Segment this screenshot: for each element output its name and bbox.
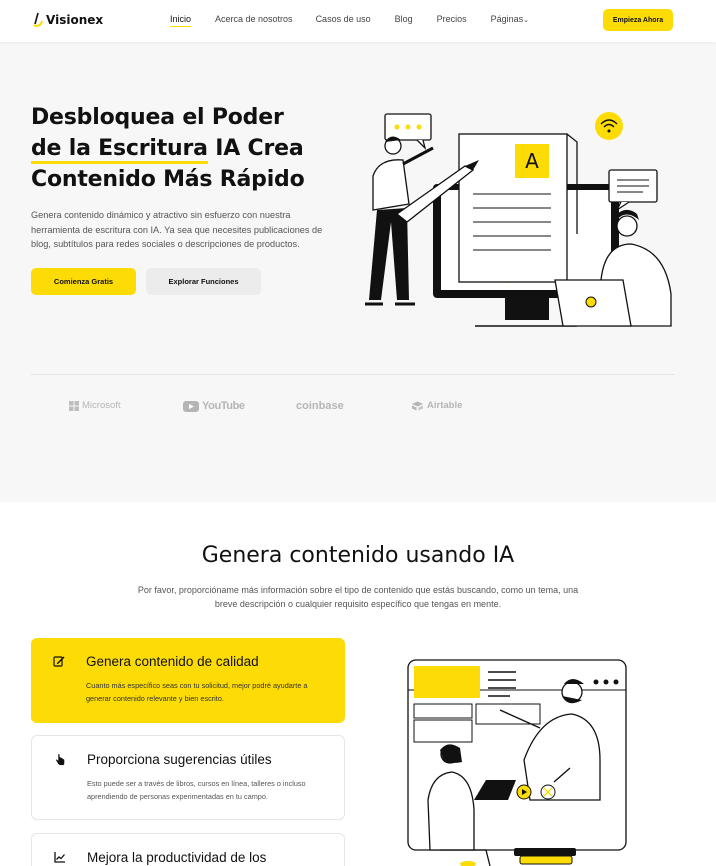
- explore-features-button[interactable]: Explorar Funciones: [146, 268, 261, 295]
- hero-title-line-2-rest: IA Crea: [207, 136, 304, 161]
- brand-youtube: YouTube: [183, 400, 245, 412]
- chevron-down-icon: ⌄: [523, 17, 530, 24]
- brand-youtube-label: YouTube: [202, 400, 245, 412]
- feature-card-text: Cuanto más específico seas con tu solici…: [86, 681, 308, 703]
- logo-icon: [33, 12, 43, 27]
- nav-link-use-cases[interactable]: Casos de uso: [316, 14, 371, 27]
- hero-divider: [31, 374, 675, 375]
- brand-logo[interactable]: Visionex: [32, 12, 103, 28]
- feature-card-title: Genera contenido de calidad: [86, 654, 259, 669]
- features-description: Por favor, proporcióname más información…: [137, 585, 579, 609]
- wifi-icon: [595, 112, 623, 140]
- brand-name: Visionex: [46, 13, 104, 27]
- feature-card-text: Esto puede ser a través de libros, curso…: [87, 779, 306, 801]
- feature-card-title: Proporciona sugerencias útiles: [87, 752, 272, 767]
- pointer-hand-icon: [56, 754, 65, 766]
- features-title: Genera contenido usando IA: [201, 543, 515, 568]
- start-free-button[interactable]: Comienza Gratis: [31, 268, 136, 295]
- feature-card-productivity[interactable]: Mejora la productividad de los: [31, 833, 345, 866]
- youtube-icon: [183, 400, 199, 412]
- hero-title-line-1: Desbloquea el Poder: [31, 105, 284, 130]
- nav-link-pages[interactable]: Páginas⌄: [491, 14, 529, 27]
- nav-links: Inicio Acerca de nosotros Casos de uso B…: [170, 14, 529, 27]
- feature-card-suggestions[interactable]: Proporciona sugerencias útiles Esto pued…: [31, 735, 345, 820]
- trend-chart-icon: [54, 852, 65, 863]
- hero-section: Desbloquea el Poder de la Escritura IA C…: [0, 42, 716, 502]
- airtable-icon: [412, 401, 423, 410]
- edit-icon: [53, 656, 65, 667]
- hero-description: Genera contenido dinámico y atractivo si…: [31, 210, 323, 249]
- brand-airtable: Airtable: [411, 400, 462, 411]
- brand-airtable-label: Airtable: [427, 400, 463, 411]
- top-nav: Visionex Inicio Acerca de nosotros Casos…: [0, 0, 716, 42]
- nav-link-inicio[interactable]: Inicio: [170, 14, 192, 27]
- brand-logos: Microsoft YouTube coinbase Airtable: [31, 400, 675, 420]
- hero-title-line-2: de la Escritura IA Crea: [31, 133, 351, 164]
- nav-link-pricing[interactable]: Precios: [437, 14, 467, 27]
- nav-link-blog[interactable]: Blog: [395, 14, 413, 27]
- hero-illustration: A: [365, 112, 672, 327]
- brand-microsoft-label: Microsoft: [82, 400, 121, 411]
- nav-link-about[interactable]: Acerca de nosotros: [215, 14, 293, 27]
- doc-letter: A: [525, 149, 539, 173]
- brand-coinbase-label: coinbase: [296, 400, 344, 412]
- hero-title: Desbloquea el Poder de la Escritura IA C…: [31, 102, 351, 195]
- start-now-button[interactable]: Empieza Ahora: [603, 9, 673, 31]
- brand-coinbase: coinbase: [296, 400, 344, 412]
- feature-card-quality[interactable]: Genera contenido de calidad Cuanto más e…: [31, 638, 345, 723]
- hero-title-line-3: Contenido Más Rápido: [31, 167, 305, 192]
- microsoft-icon: [69, 400, 79, 411]
- brand-microsoft: Microsoft: [69, 400, 121, 411]
- feature-card-title: Mejora la productividad de los: [87, 850, 267, 865]
- nav-link-pages-label: Páginas: [490, 14, 524, 24]
- features-illustration: [407, 659, 627, 866]
- hero-title-highlight: de la Escritura: [31, 136, 208, 164]
